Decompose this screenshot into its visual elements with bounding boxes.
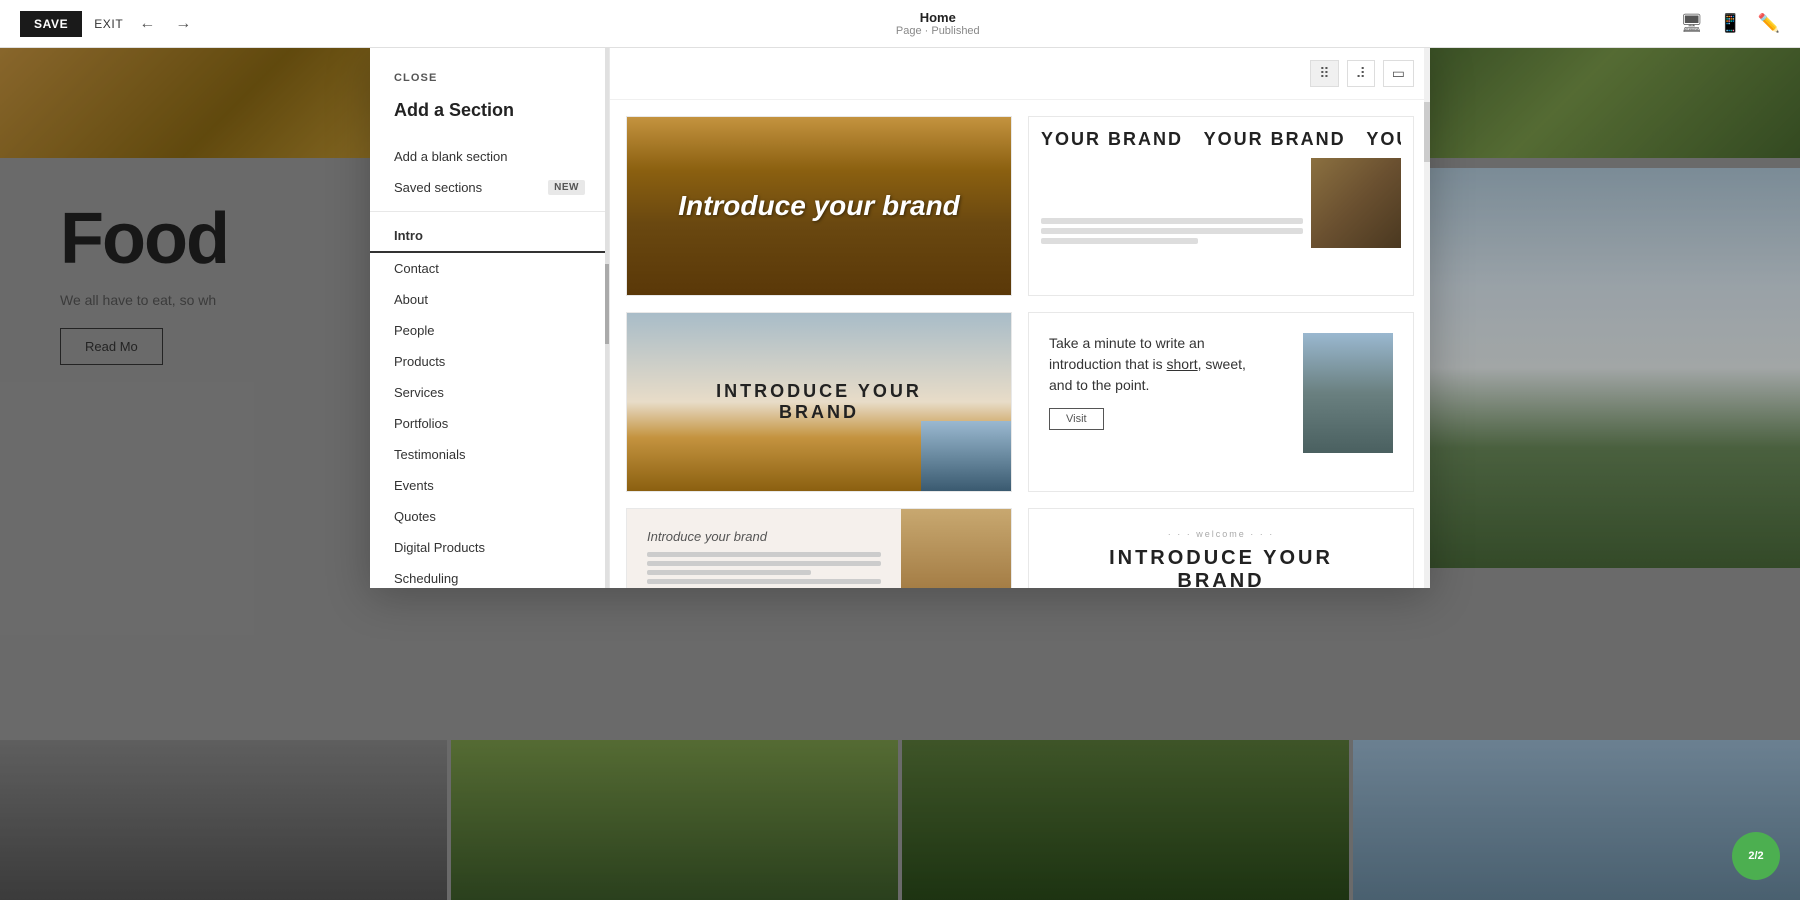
sidebar-item-portfolios[interactable]: Portfolios <box>370 408 609 439</box>
top-bar-right: 🖥 📱 ✏️ <box>1680 13 1780 34</box>
card-5-line-4 <box>647 579 881 584</box>
modal-main: ⠿ ⠼ ▭ Introduce your brand YOUR BRAND YO… <box>610 48 1430 588</box>
sidebar-item-blank[interactable]: Add a blank section <box>370 141 609 172</box>
card-2-text-block <box>1041 214 1303 248</box>
card-5-line-2 <box>647 561 881 566</box>
counter-badge[interactable]: 2/2 <box>1732 832 1780 880</box>
template-card-6[interactable]: · · · welcome · · · INTRODUCE YOURBRAND … <box>1028 508 1414 588</box>
sidebar-item-digital[interactable]: Digital Products <box>370 532 609 563</box>
card-1-title: Introduce your brand <box>678 190 960 222</box>
grid-view-small-button[interactable]: ⠿ <box>1310 60 1338 87</box>
card-5-lines <box>647 552 881 588</box>
top-bar-center: Home Page · Published <box>896 10 980 37</box>
card-4-button[interactable]: Visit <box>1049 408 1104 430</box>
card-5-brand-text: Introduce your brand <box>647 529 881 544</box>
sidebar-item-contact[interactable]: Contact <box>370 253 609 284</box>
sidebar-item-people[interactable]: People <box>370 315 609 346</box>
card-3-title: INTRODUCE YOURBRAND <box>716 381 922 423</box>
top-bar: SAVE EXIT ← → Home Page · Published 🖥 📱 … <box>0 0 1800 48</box>
sidebar-scrollbar-thumb <box>605 264 609 344</box>
sidebar-item-scheduling[interactable]: Scheduling <box>370 563 609 588</box>
card-6-title: INTRODUCE YOURBRAND <box>1049 547 1393 588</box>
card-2-line-1 <box>1041 218 1303 224</box>
sidebar-item-products[interactable]: Products <box>370 346 609 377</box>
sidebar-item-testimonials[interactable]: Testimonials <box>370 439 609 470</box>
template-card-2[interactable]: YOUR BRAND YOUR BRAND YOUR B <box>1028 116 1414 296</box>
sidebar-item-about[interactable]: About <box>370 284 609 315</box>
card-6-small-text: · · · welcome · · · <box>1049 529 1393 539</box>
sidebar-item-services[interactable]: Services <box>370 377 609 408</box>
modal-sidebar: CLOSE Add a Section Add a blank section … <box>370 48 610 588</box>
desktop-view-icon[interactable]: 🖥 <box>1680 13 1703 34</box>
card-2-line-2 <box>1041 228 1303 234</box>
card-5-line-3 <box>647 570 811 575</box>
card-4-image <box>1303 333 1393 453</box>
grid-view-large-button[interactable]: ⠼ <box>1347 60 1375 87</box>
close-button[interactable]: CLOSE <box>370 72 461 100</box>
card-4-text: Take a minute to write anintroduction th… <box>1049 333 1291 430</box>
sidebar-item-quotes[interactable]: Quotes <box>370 501 609 532</box>
modal-main-header: ⠿ ⠼ ▭ <box>610 48 1430 100</box>
card-2-line-3 <box>1041 238 1198 244</box>
card-5-left: Introduce your brand <box>627 509 901 588</box>
card-2-marquee: YOUR BRAND YOUR BRAND YOUR B <box>1041 129 1401 150</box>
new-badge: NEW <box>548 180 585 195</box>
card-4-title: Take a minute to write anintroduction th… <box>1049 333 1291 396</box>
sidebar-divider <box>370 211 609 212</box>
modal-title: Add a Section <box>370 100 609 141</box>
card-5-right <box>901 509 1011 588</box>
save-button[interactable]: SAVE <box>20 11 82 37</box>
cards-grid: Introduce your brand YOUR BRAND YOUR BRA… <box>610 100 1430 588</box>
card-2-image <box>1311 158 1401 248</box>
redo-button[interactable]: → <box>171 11 195 37</box>
sidebar-item-events[interactable]: Events <box>370 470 609 501</box>
sidebar-item-intro[interactable]: Intro <box>370 220 609 253</box>
page-status: Page · Published <box>896 25 980 37</box>
page-title: Home <box>896 10 980 25</box>
card-2-bottom <box>1041 158 1401 248</box>
template-card-5[interactable]: Introduce your brand <box>626 508 1012 588</box>
sidebar-item-saved[interactable]: Saved sections NEW <box>370 172 609 203</box>
exit-button[interactable]: EXIT <box>94 17 123 31</box>
modal-scrollbar[interactable] <box>1424 48 1430 588</box>
sidebar-scrollbar[interactable] <box>605 48 609 588</box>
modal-scrollbar-thumb <box>1424 102 1430 162</box>
undo-button[interactable]: ← <box>135 11 159 37</box>
tablet-view-icon[interactable]: 📱 <box>1719 13 1741 34</box>
list-view-button[interactable]: ▭ <box>1383 60 1414 87</box>
template-card-4[interactable]: Take a minute to write anintroduction th… <box>1028 312 1414 492</box>
edit-icon[interactable]: ✏️ <box>1758 13 1780 34</box>
top-bar-left: SAVE EXIT ← → <box>20 11 195 37</box>
card-5-line-1 <box>647 552 881 557</box>
template-card-1[interactable]: Introduce your brand <box>626 116 1012 296</box>
card-3-image <box>921 421 1011 491</box>
template-card-3[interactable]: INTRODUCE YOURBRAND <box>626 312 1012 492</box>
add-section-modal: CLOSE Add a Section Add a blank section … <box>370 48 1430 588</box>
